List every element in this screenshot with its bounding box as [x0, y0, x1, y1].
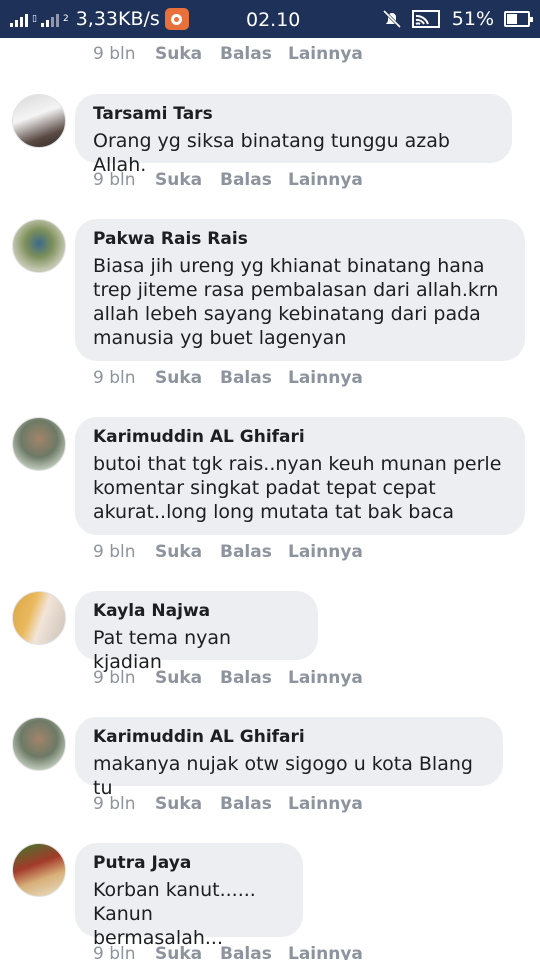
avatar[interactable]: [12, 94, 66, 148]
reply-button[interactable]: Balas: [220, 368, 288, 388]
reply-button[interactable]: Balas: [220, 944, 288, 960]
comment-bubble: Tarsami Tars Orang yg siksa binatang tun…: [75, 94, 512, 176]
sim-icon: ▯: [32, 13, 37, 24]
more-button[interactable]: Lainnya: [288, 44, 363, 64]
signal-icon: [10, 11, 28, 27]
reply-button[interactable]: Balas: [220, 170, 288, 190]
comment-bubble: Karimuddin AL Ghifari makanya nujak otw …: [75, 717, 503, 799]
more-button[interactable]: Lainnya: [288, 668, 363, 688]
mute-icon: [382, 9, 401, 29]
comment-age: 9 bln: [93, 368, 136, 388]
battery-icon: [504, 11, 533, 27]
more-button[interactable]: Lainnya: [288, 368, 363, 388]
avatar[interactable]: [12, 843, 66, 897]
comment-bubble: Putra Jaya Korban kanut...... Kanun berm…: [75, 843, 303, 949]
like-button[interactable]: Suka: [155, 794, 220, 814]
comment-age: 9 bln: [93, 668, 136, 688]
comment-age: 9 bln: [93, 794, 136, 814]
more-button[interactable]: Lainnya: [288, 170, 363, 190]
comment-text: butoi that tgk rais..nyan keuh munan per…: [93, 453, 502, 523]
like-button[interactable]: Suka: [155, 668, 220, 688]
comment-actions: 9 bln Suka Balas Lainnya: [93, 170, 363, 190]
comment-bubble: Karimuddin AL Ghifari butoi that tgk rai…: [75, 417, 525, 535]
comment-age: 9 bln: [93, 944, 136, 960]
reply-button[interactable]: Balas: [220, 542, 288, 562]
more-button[interactable]: Lainnya: [288, 794, 363, 814]
battery-percent: 51%: [451, 8, 494, 30]
comment-author[interactable]: Kayla Najwa: [93, 600, 300, 622]
recorder-icon: [164, 8, 189, 30]
comment-age: 9 bln: [93, 170, 136, 190]
status-bar: ▯ 2 3,33KB/s 02.10 51%: [0, 0, 540, 38]
comment-actions: 9 bln Suka Balas Lainnya: [93, 668, 363, 688]
comment-bubble: Kayla Najwa Pat tema nyan kjadian: [75, 591, 318, 673]
avatar[interactable]: [12, 417, 66, 471]
like-button[interactable]: Suka: [155, 368, 220, 388]
reply-button[interactable]: Balas: [220, 794, 288, 814]
wifi-icon: [411, 10, 440, 28]
more-button[interactable]: Lainnya: [288, 542, 363, 562]
signal-icon-2: [40, 11, 59, 27]
more-button[interactable]: Lainnya: [288, 944, 363, 960]
avatar[interactable]: [12, 219, 66, 273]
comment-text: Biasa jih ureng yg khianat binatang hana…: [93, 255, 499, 349]
comment-author[interactable]: Putra Jaya: [93, 852, 285, 874]
comment-text: makanya nujak otw sigogo u kota Blang tu: [93, 753, 473, 799]
reply-button[interactable]: Balas: [220, 44, 288, 64]
comment-text: Korban kanut...... Kanun bermasalah...: [93, 879, 256, 949]
data-speed: 3,33KB/s: [75, 8, 160, 30]
comment-bubble: Pakwa Rais Rais Biasa jih ureng yg khian…: [75, 219, 525, 361]
like-button[interactable]: Suka: [155, 170, 220, 190]
reply-button[interactable]: Balas: [220, 668, 288, 688]
comment-age: 9 bln: [93, 542, 136, 562]
comment-author[interactable]: Karimuddin AL Ghifari: [93, 426, 507, 448]
status-time: 02.10: [246, 9, 301, 31]
network-label: 2: [62, 13, 69, 24]
comment-author[interactable]: Karimuddin AL Ghifari: [93, 726, 485, 748]
like-button[interactable]: Suka: [155, 944, 220, 960]
comment-actions-top: 9 bln Suka Balas Lainnya: [93, 44, 363, 64]
comment-author[interactable]: Tarsami Tars: [93, 103, 494, 125]
comment-actions: 9 bln Suka Balas Lainnya: [93, 542, 363, 562]
avatar[interactable]: [12, 591, 66, 645]
comment-text: Pat tema nyan kjadian: [93, 627, 232, 673]
avatar[interactable]: [12, 717, 66, 771]
comment-age: 9 bln: [93, 44, 136, 64]
comment-actions: 9 bln Suka Balas Lainnya: [93, 794, 363, 814]
like-button[interactable]: Suka: [155, 44, 220, 64]
comment-actions: 9 bln Suka Balas Lainnya: [93, 368, 363, 388]
comment-actions: 9 bln Suka Balas Lainnya: [93, 944, 363, 960]
like-button[interactable]: Suka: [155, 542, 220, 562]
comment-author[interactable]: Pakwa Rais Rais: [93, 228, 507, 250]
